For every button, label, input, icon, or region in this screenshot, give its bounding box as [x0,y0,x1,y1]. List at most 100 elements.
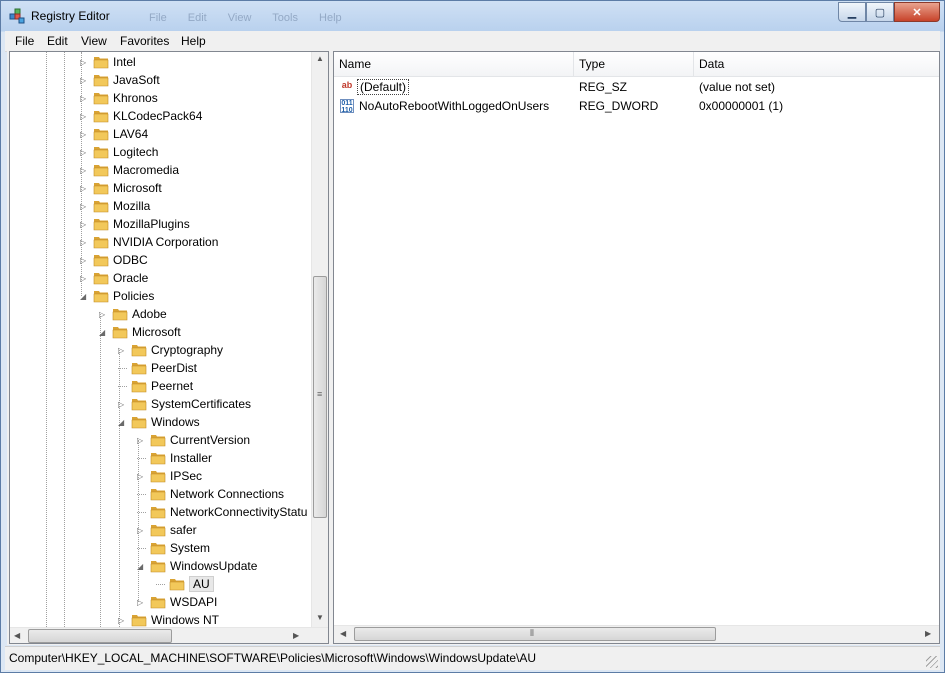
folder-icon [131,399,147,411]
resize-grip-icon[interactable] [926,656,938,668]
tree-item[interactable]: ◢ Windows [118,413,200,431]
collapse-arrow-icon[interactable]: ◢ [99,328,108,337]
tree-item[interactable]: ▷ Mozilla [80,197,150,215]
list-item[interactable]: 011 110 NoAutoRebootWithLoggedOnUsers REG… [334,96,939,115]
tree-horizontal-scroll-thumb[interactable] [28,629,172,643]
expand-arrow-icon[interactable]: ▷ [80,256,89,265]
minimize-button[interactable]: ▁ [838,2,866,22]
collapse-arrow-icon[interactable]: ◢ [137,562,146,571]
tree-item[interactable]: ▷ Cryptography [118,341,223,359]
list-horizontal-scrollbar[interactable]: ◀ ⦀ ▶ [334,625,939,643]
folder-icon [150,543,166,555]
expand-arrow-icon[interactable]: ▷ [118,616,127,625]
tree-item[interactable]: ▷ CurrentVersion [137,431,250,449]
expand-arrow-icon[interactable]: ▷ [80,94,89,103]
tree-item[interactable]: ▷ LAV64 [80,125,148,143]
title-bar[interactable]: Registry Editor File Edit View Tools Hel… [1,1,944,31]
maximize-button[interactable]: ▢ [866,2,894,22]
menu-view[interactable]: View [81,34,107,48]
expand-arrow-icon[interactable]: ▷ [80,202,89,211]
tree-guide-line [100,314,101,627]
tree-item[interactable]: ▷ NVIDIA Corporation [80,233,218,251]
collapse-arrow-icon[interactable]: ◢ [80,292,89,301]
tree-item-label: Windows NT [151,613,220,627]
column-header-data[interactable]: Data [694,52,939,76]
folder-icon [93,255,109,267]
tree-item[interactable]: ▷ MozillaPlugins [80,215,190,233]
values-list-pane[interactable]: Name Type Data ab (Default) REG_SZ (valu… [333,51,940,644]
scroll-left-arrow-icon[interactable]: ◀ [340,629,346,638]
expand-arrow-icon[interactable]: ▷ [99,310,108,319]
tree-item-label: Macromedia [113,163,180,177]
tree-item[interactable]: ▷ KLCodecPack64 [80,107,202,125]
tree-vertical-scrollbar[interactable]: ▲ ≡ ▼ [311,52,328,627]
tree-item[interactable]: ▷ ODBC [80,251,148,269]
menu-favorites[interactable]: Favorites [120,34,169,48]
tree-item-label: Installer [170,451,213,465]
tree-item[interactable]: Installer [137,449,212,467]
expand-arrow-icon[interactable]: ▷ [80,238,89,247]
tree-item[interactable]: ▷ WSDAPI [137,593,217,611]
expand-arrow-icon[interactable]: ▷ [137,526,146,535]
tree-item[interactable]: ▷ SystemCertificates [118,395,251,413]
tree-item[interactable]: AU [156,575,214,593]
tree-item-label: Logitech [113,145,159,159]
expand-arrow-icon[interactable]: ▷ [137,598,146,607]
close-button[interactable]: ✕ [894,2,940,22]
tree-item[interactable]: PeerDist [118,359,197,377]
key-tree-pane[interactable]: ▷ Intel ▷ JavaSoft ▷ Khronos ▷ KLCodecPack64 ▷ LA… [9,51,329,644]
tree-item-label: JavaSoft [113,73,160,87]
tree-item[interactable]: ▷ IPSec [137,467,202,485]
tree-item[interactable]: ▷ Logitech [80,143,158,161]
menu-edit[interactable]: Edit [47,34,68,48]
scroll-up-arrow-icon[interactable]: ▲ [316,54,324,63]
tree-item[interactable]: ▷ JavaSoft [80,71,160,89]
expand-arrow-icon[interactable]: ▷ [80,76,89,85]
collapse-arrow-icon[interactable]: ◢ [118,418,127,427]
scroll-left-arrow-icon[interactable]: ◀ [14,631,20,640]
expand-arrow-icon[interactable]: ▷ [118,400,127,409]
tree-item[interactable]: ▷ Macromedia [80,161,179,179]
tree-item[interactable]: Peernet [118,377,193,395]
tree-item[interactable]: ▷ Khronos [80,89,158,107]
menu-bar: File Edit View Favorites Help [5,31,940,52]
tree-item[interactable]: ◢ WindowsUpdate [137,557,257,575]
expand-arrow-icon[interactable]: ▷ [80,184,89,193]
tree-item-label: NetworkConnectivityStatu [170,505,308,519]
tree-vertical-scroll-thumb[interactable]: ≡ [313,276,327,518]
expand-arrow-icon[interactable]: ▷ [80,112,89,121]
tree-item[interactable]: NetworkConnectivityStatu [137,503,307,521]
expand-arrow-icon[interactable]: ▷ [80,148,89,157]
folder-icon [93,129,109,141]
expand-arrow-icon[interactable]: ▷ [118,346,127,355]
expand-arrow-icon[interactable]: ▷ [80,220,89,229]
expand-arrow-icon[interactable]: ▷ [80,166,89,175]
tree-item[interactable]: ▷ Microsoft [80,179,162,197]
tree-item[interactable]: ◢ Microsoft [99,323,181,341]
menu-file[interactable]: File [15,34,34,48]
tree-item[interactable]: ▷ Oracle [80,269,148,287]
expand-arrow-icon[interactable]: ▷ [137,472,146,481]
scroll-down-arrow-icon[interactable]: ▼ [316,613,324,622]
value-name: (Default) [357,79,410,95]
expand-arrow-icon[interactable]: ▷ [80,130,89,139]
tree-item[interactable]: ▷ Intel [80,53,136,71]
menu-help[interactable]: Help [181,34,206,48]
tree-item-label: Windows [151,415,200,429]
tree-item[interactable]: ▷ safer [137,521,197,539]
expand-arrow-icon[interactable]: ▷ [80,58,89,67]
list-horizontal-scroll-thumb[interactable]: ⦀ [354,627,716,641]
expand-arrow-icon[interactable]: ▷ [137,436,146,445]
list-item[interactable]: ab (Default) REG_SZ (value not set) [334,77,939,96]
expand-arrow-icon[interactable]: ▷ [80,274,89,283]
column-header-type[interactable]: Type [574,52,694,76]
tree-item[interactable]: System [137,539,210,557]
tree-item-label: LAV64 [113,127,149,141]
tree-item[interactable]: Network Connections [137,485,284,503]
tree-item[interactable]: ◢ Policies [80,287,154,305]
scroll-right-arrow-icon[interactable]: ▶ [293,631,299,640]
column-header-name[interactable]: Name [334,52,574,76]
tree-item[interactable]: ▷ Adobe [99,305,167,323]
scroll-right-arrow-icon[interactable]: ▶ [925,629,931,638]
tree-horizontal-scrollbar[interactable]: ◀ ▶ [10,627,328,643]
